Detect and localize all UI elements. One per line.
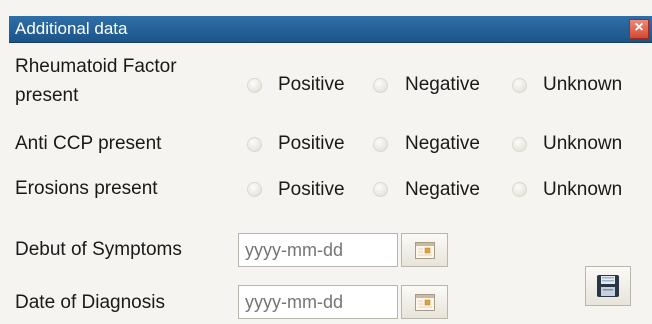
rheumatoid-factor-unknown-label[interactable]: Unknown bbox=[543, 73, 622, 97]
rheumatoid-factor-positive-radio[interactable] bbox=[247, 78, 262, 93]
erosions-unknown-radio[interactable] bbox=[512, 182, 527, 197]
debut-of-symptoms-label: Debut of Symptoms bbox=[15, 239, 182, 260]
close-icon: × bbox=[634, 19, 644, 36]
rheumatoid-factor-unknown-radio[interactable] bbox=[512, 78, 527, 93]
erosions-negative-radio[interactable] bbox=[373, 182, 388, 197]
debut-of-symptoms-input[interactable] bbox=[238, 233, 398, 267]
erosions-negative-label[interactable]: Negative bbox=[405, 178, 480, 202]
anti-ccp-unknown-radio[interactable] bbox=[512, 137, 527, 152]
erosions-positive-label[interactable]: Positive bbox=[278, 178, 345, 202]
debut-calendar-button[interactable] bbox=[401, 233, 448, 267]
erosions-unknown-label[interactable]: Unknown bbox=[543, 178, 622, 202]
anti-ccp-negative-label[interactable]: Negative bbox=[405, 132, 480, 156]
rheumatoid-factor-positive-label[interactable]: Positive bbox=[278, 73, 345, 97]
dialog-titlebar: Additional data × bbox=[9, 16, 652, 43]
calendar-icon bbox=[415, 242, 435, 259]
rheumatoid-factor-label-line2: present bbox=[15, 85, 79, 106]
date-of-diagnosis-label: Date of Diagnosis bbox=[15, 292, 165, 313]
save-button[interactable] bbox=[585, 266, 631, 306]
floppy-disk-icon bbox=[597, 275, 619, 297]
rheumatoid-factor-negative-radio[interactable] bbox=[373, 78, 388, 93]
anti-ccp-positive-radio[interactable] bbox=[247, 137, 262, 152]
erosions-positive-radio[interactable] bbox=[247, 182, 262, 197]
anti-ccp-label: Anti CCP present bbox=[15, 133, 162, 154]
additional-data-dialog: Additional data × Rheumatoid Factor pres… bbox=[0, 0, 652, 324]
erosions-label: Erosions present bbox=[15, 178, 158, 199]
rheumatoid-factor-label: Rheumatoid Factor bbox=[15, 56, 177, 77]
anti-ccp-negative-radio[interactable] bbox=[373, 137, 388, 152]
anti-ccp-unknown-label[interactable]: Unknown bbox=[543, 132, 622, 156]
close-button[interactable]: × bbox=[629, 19, 649, 39]
dialog-title: Additional data bbox=[15, 19, 128, 38]
anti-ccp-positive-label[interactable]: Positive bbox=[278, 132, 345, 156]
calendar-icon bbox=[415, 294, 435, 311]
rheumatoid-factor-negative-label[interactable]: Negative bbox=[405, 73, 480, 97]
diagnosis-calendar-button[interactable] bbox=[401, 285, 448, 319]
date-of-diagnosis-input[interactable] bbox=[238, 285, 398, 319]
